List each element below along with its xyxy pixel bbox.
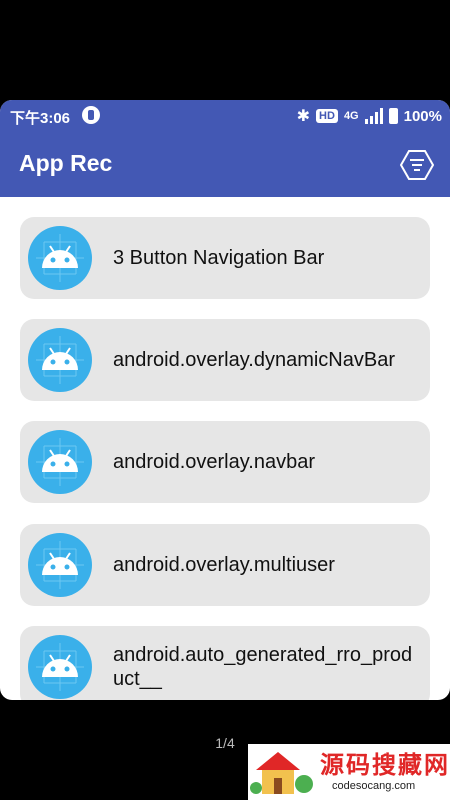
android-icon bbox=[28, 328, 92, 392]
watermark-url: codesocang.com bbox=[332, 780, 416, 792]
network-type: 4G bbox=[343, 110, 359, 122]
watermark: 源码搜藏网 codesocang.com bbox=[248, 744, 450, 800]
status-time: 下午3:06 bbox=[10, 110, 71, 127]
status-bar: 下午3:06 ✱ HD 4G 100% bbox=[0, 100, 450, 132]
app-bar: App Rec bbox=[0, 132, 450, 197]
battery-percent: 100% bbox=[403, 107, 442, 125]
android-icon bbox=[28, 226, 92, 290]
list-item[interactable]: 3 Button Navigation Bar bbox=[20, 217, 430, 299]
android-icon bbox=[28, 430, 92, 494]
list-item-label: android.overlay.multiuser bbox=[113, 554, 335, 576]
page-title: App Rec bbox=[19, 150, 113, 176]
android-icon bbox=[28, 635, 92, 699]
hd-badge: HD bbox=[316, 109, 338, 123]
list-item[interactable]: android.auto_generated_rro_product__ bbox=[20, 626, 430, 700]
battery-icon bbox=[388, 108, 398, 124]
list-item-label: 3 Button Navigation Bar bbox=[113, 247, 325, 269]
watermark-title: 源码搜藏网 bbox=[320, 752, 450, 779]
status-icons: ✱ HD 4G 100% bbox=[297, 106, 442, 126]
android-icon bbox=[28, 533, 92, 597]
signal-icon bbox=[364, 108, 383, 124]
phone-screen: 下午3:06 ✱ HD 4G 100% App Rec 3 Button Nav… bbox=[0, 100, 450, 700]
watermark-text: 源码搜藏网 codesocang.com bbox=[320, 752, 450, 792]
filter-icon[interactable] bbox=[400, 148, 434, 182]
list-item[interactable]: android.overlay.multiuser bbox=[20, 524, 430, 606]
list-item-label: android.overlay.navbar bbox=[113, 451, 315, 473]
house-logo-icon bbox=[250, 752, 313, 794]
list-item[interactable]: android.overlay.navbar bbox=[20, 421, 430, 503]
app-list: 3 Button Navigation Bar android.overlay.… bbox=[0, 197, 450, 700]
list-item-label: android.overlay.dynamicNavBar bbox=[113, 349, 395, 371]
notification-app-icon bbox=[82, 106, 100, 124]
bluetooth-icon: ✱ bbox=[296, 108, 311, 125]
list-item[interactable]: android.overlay.dynamicNavBar bbox=[20, 319, 430, 401]
list-item-label: android.auto_generated_rro_product__ bbox=[113, 644, 413, 690]
